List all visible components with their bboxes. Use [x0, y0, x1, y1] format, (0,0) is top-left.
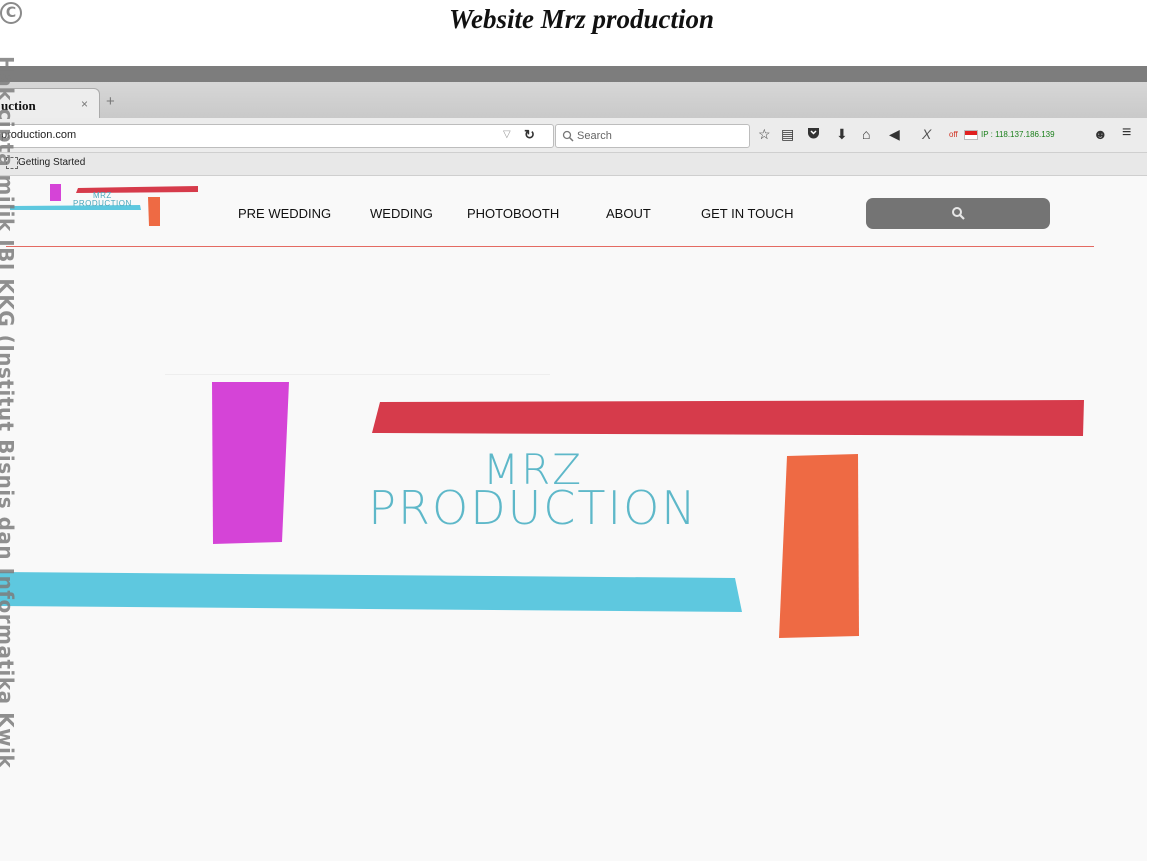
nav-get-in-touch[interactable]: GET IN TOUCH: [701, 206, 793, 221]
menu-icon[interactable]: ≡: [1122, 124, 1131, 142]
ip-address[interactable]: IP : 118.137.186.139: [981, 130, 1055, 139]
home-icon[interactable]: ⌂: [862, 126, 870, 142]
logo-text-line2: PRODUCTION: [73, 199, 132, 208]
reload-icon[interactable]: ↻: [524, 127, 535, 143]
send-icon[interactable]: ◀: [889, 126, 900, 143]
bookmark-getting-started[interactable]: Getting Started: [18, 157, 85, 168]
nav-wedding[interactable]: WEDDING: [370, 206, 433, 221]
header-divider: [6, 246, 1094, 247]
document-caption: Website Mrz production: [448, 4, 715, 34]
pocket-icon[interactable]: [807, 126, 820, 142]
tab-bar: uction × +: [0, 82, 1147, 119]
addon-status[interactable]: off: [949, 130, 958, 139]
hero-title: MRZ PRODUCTION: [333, 449, 733, 535]
flag-icon: [964, 130, 978, 140]
x-icon[interactable]: X: [922, 126, 931, 142]
bookmarks-toolbar: Getting Started: [0, 153, 1147, 176]
site-search-button[interactable]: [866, 198, 1050, 229]
reading-list-icon[interactable]: ▤: [781, 126, 794, 143]
browser-screenshot: uction × + production.com ▽ ↻ Search ☆ ▤: [0, 66, 1147, 861]
hero-title-line2: PRODUCTION: [368, 481, 698, 535]
copyright-icon: C: [0, 2, 22, 24]
tab-close-icon[interactable]: ×: [81, 97, 88, 111]
search-placeholder[interactable]: Search: [577, 130, 612, 142]
star-icon[interactable]: ☆: [758, 126, 771, 143]
browser-search-bar[interactable]: Search: [555, 124, 750, 148]
new-tab-button[interactable]: +: [106, 93, 115, 110]
logo-text: MRZ PRODUCTION: [73, 192, 132, 208]
history-dropdown-icon[interactable]: ▽: [503, 129, 511, 140]
nav-photobooth[interactable]: PHOTOBOOTH: [467, 206, 559, 221]
nav-pre-wedding[interactable]: PRE WEDDING: [238, 206, 331, 221]
download-icon[interactable]: ⬇: [836, 126, 848, 143]
smiley-icon[interactable]: ☻: [1093, 126, 1108, 142]
nav-about[interactable]: ABOUT: [606, 206, 651, 221]
navigation-toolbar: production.com ▽ ↻ Search ☆ ▤ ⬇ ⌂ ◀ X of…: [0, 118, 1147, 153]
search-icon: [952, 207, 965, 220]
side-watermark: Hak cipta milik IBI KKG (Institut Bisnis…: [0, 56, 18, 769]
browser-window: uction × + production.com ▽ ↻ Search ☆ ▤: [0, 82, 1147, 861]
url-bar[interactable]: production.com ▽ ↻: [0, 124, 554, 148]
site-logo[interactable]: MRZ PRODUCTION: [10, 184, 200, 226]
web-page: MRZ PRODUCTION PRE WEDDING WEDDING PHOTO…: [0, 176, 1147, 861]
search-icon: [562, 130, 574, 142]
